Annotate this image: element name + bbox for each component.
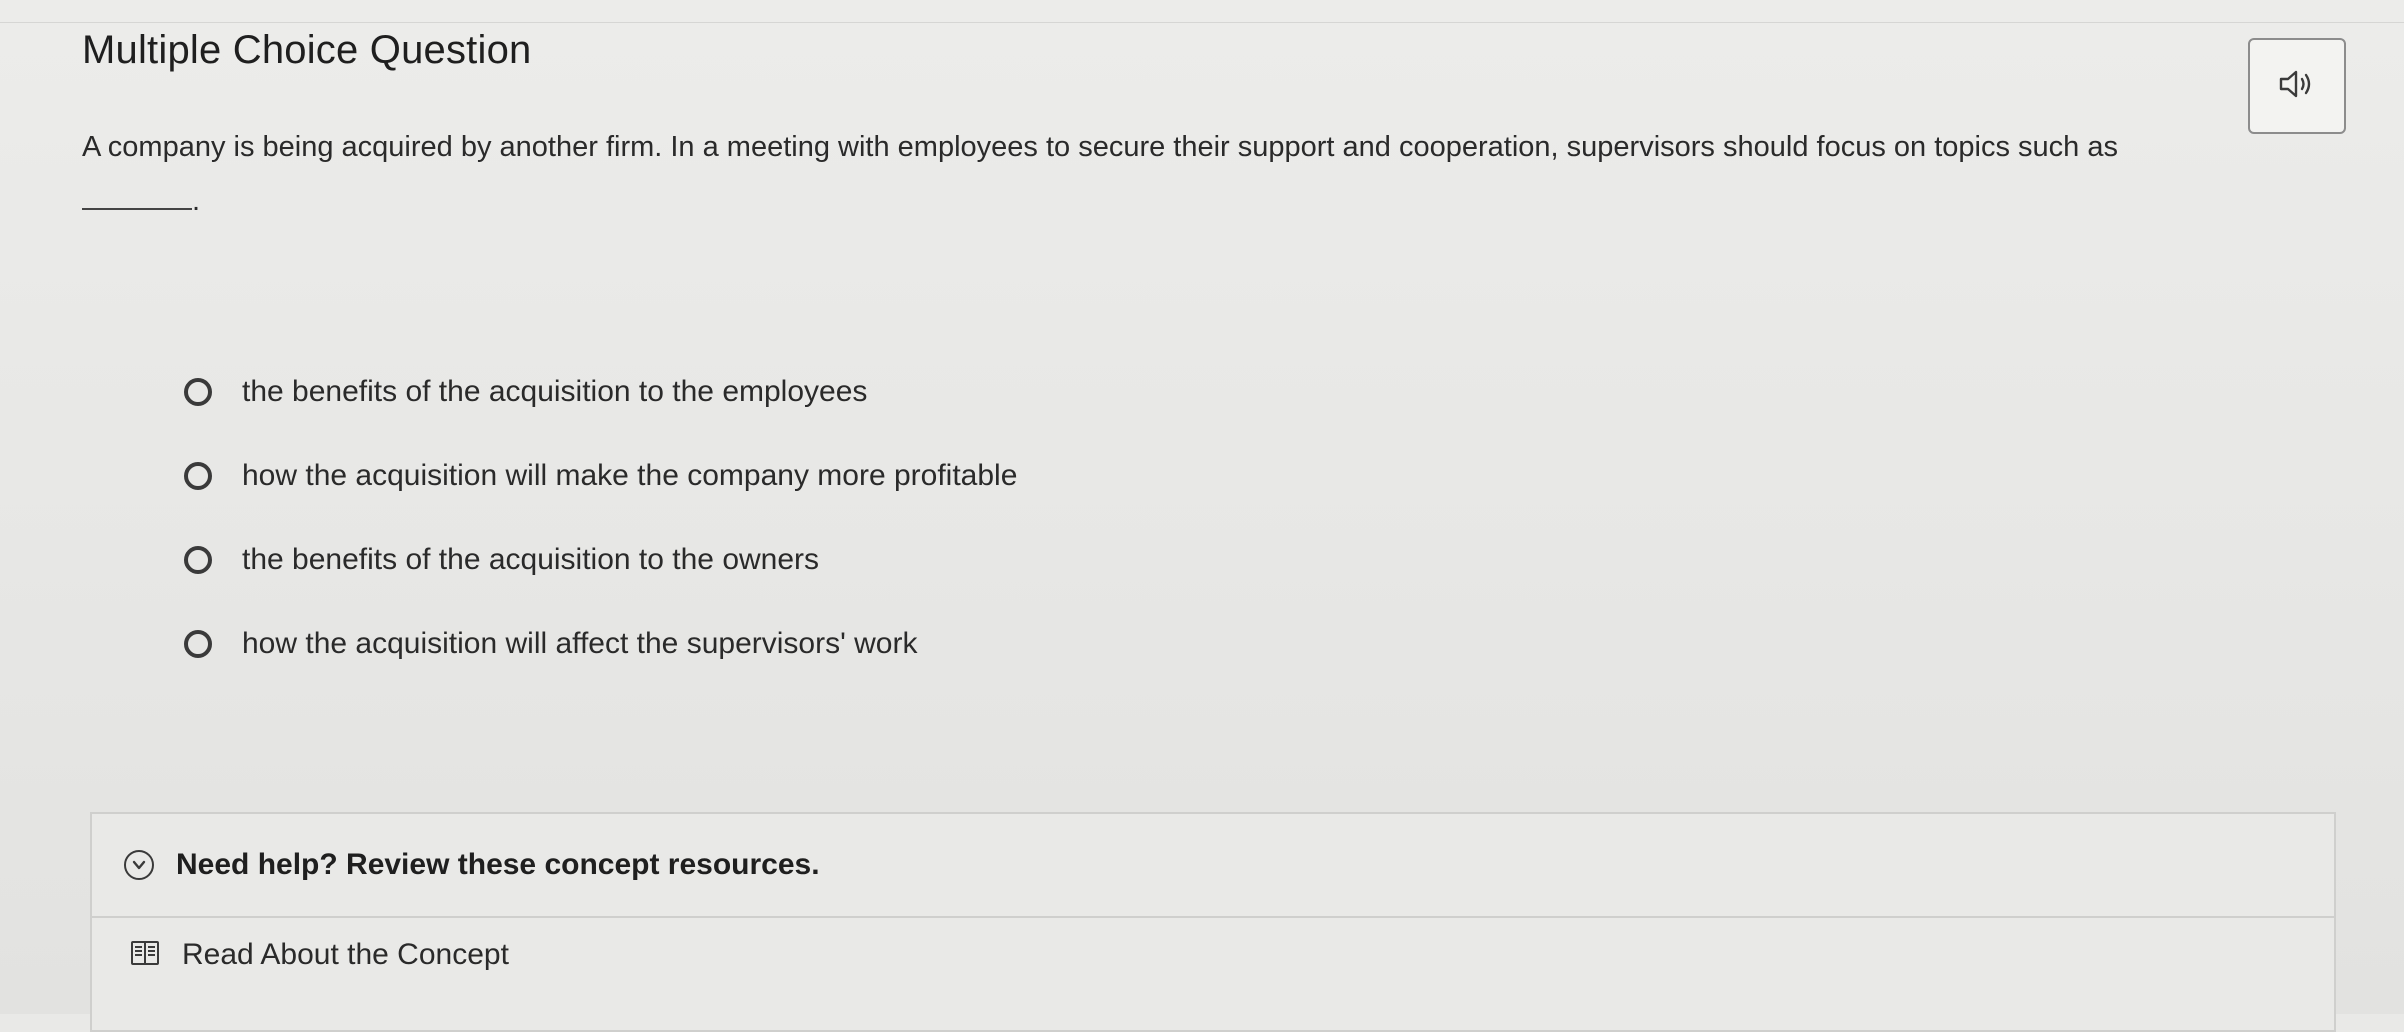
question-end-punct: . [192, 185, 201, 217]
radio-button[interactable] [184, 378, 212, 406]
book-icon [130, 939, 182, 972]
answer-option-4[interactable]: how the acquisition will affect the supe… [184, 622, 1017, 666]
option-label: the benefits of the acquisition to the e… [242, 375, 868, 408]
option-label: how the acquisition will make the compan… [242, 459, 1018, 492]
answer-options: the benefits of the acquisition to the e… [184, 370, 1017, 706]
answer-option-2[interactable]: how the acquisition will make the compan… [184, 454, 1017, 498]
option-label: how the acquisition will affect the supe… [242, 627, 918, 660]
question-text: A company is being acquired by another f… [82, 120, 2322, 228]
read-about-concept-label: Read About the Concept [182, 938, 509, 971]
question-stem: A company is being acquired by another f… [82, 131, 2118, 163]
page: Multiple Choice Question A company is be… [0, 0, 2404, 1032]
radio-button[interactable] [184, 630, 212, 658]
radio-button[interactable] [184, 462, 212, 490]
help-title: Need help? Review these concept resource… [176, 848, 820, 881]
help-toggle[interactable]: Need help? Review these concept resource… [92, 814, 2334, 918]
answer-option-3[interactable]: the benefits of the acquisition to the o… [184, 538, 1017, 582]
answer-blank [82, 188, 192, 210]
answer-option-1[interactable]: the benefits of the acquisition to the e… [184, 370, 1017, 414]
radio-button[interactable] [184, 546, 212, 574]
help-panel: Need help? Review these concept resource… [90, 812, 2336, 1032]
chevron-down-icon [124, 850, 154, 880]
read-about-concept-link[interactable]: Read About the Concept [130, 938, 509, 972]
speaker-icon [2277, 68, 2317, 105]
top-divider [0, 22, 2404, 23]
page-title: Multiple Choice Question [82, 28, 532, 72]
option-label: the benefits of the acquisition to the o… [242, 543, 820, 576]
